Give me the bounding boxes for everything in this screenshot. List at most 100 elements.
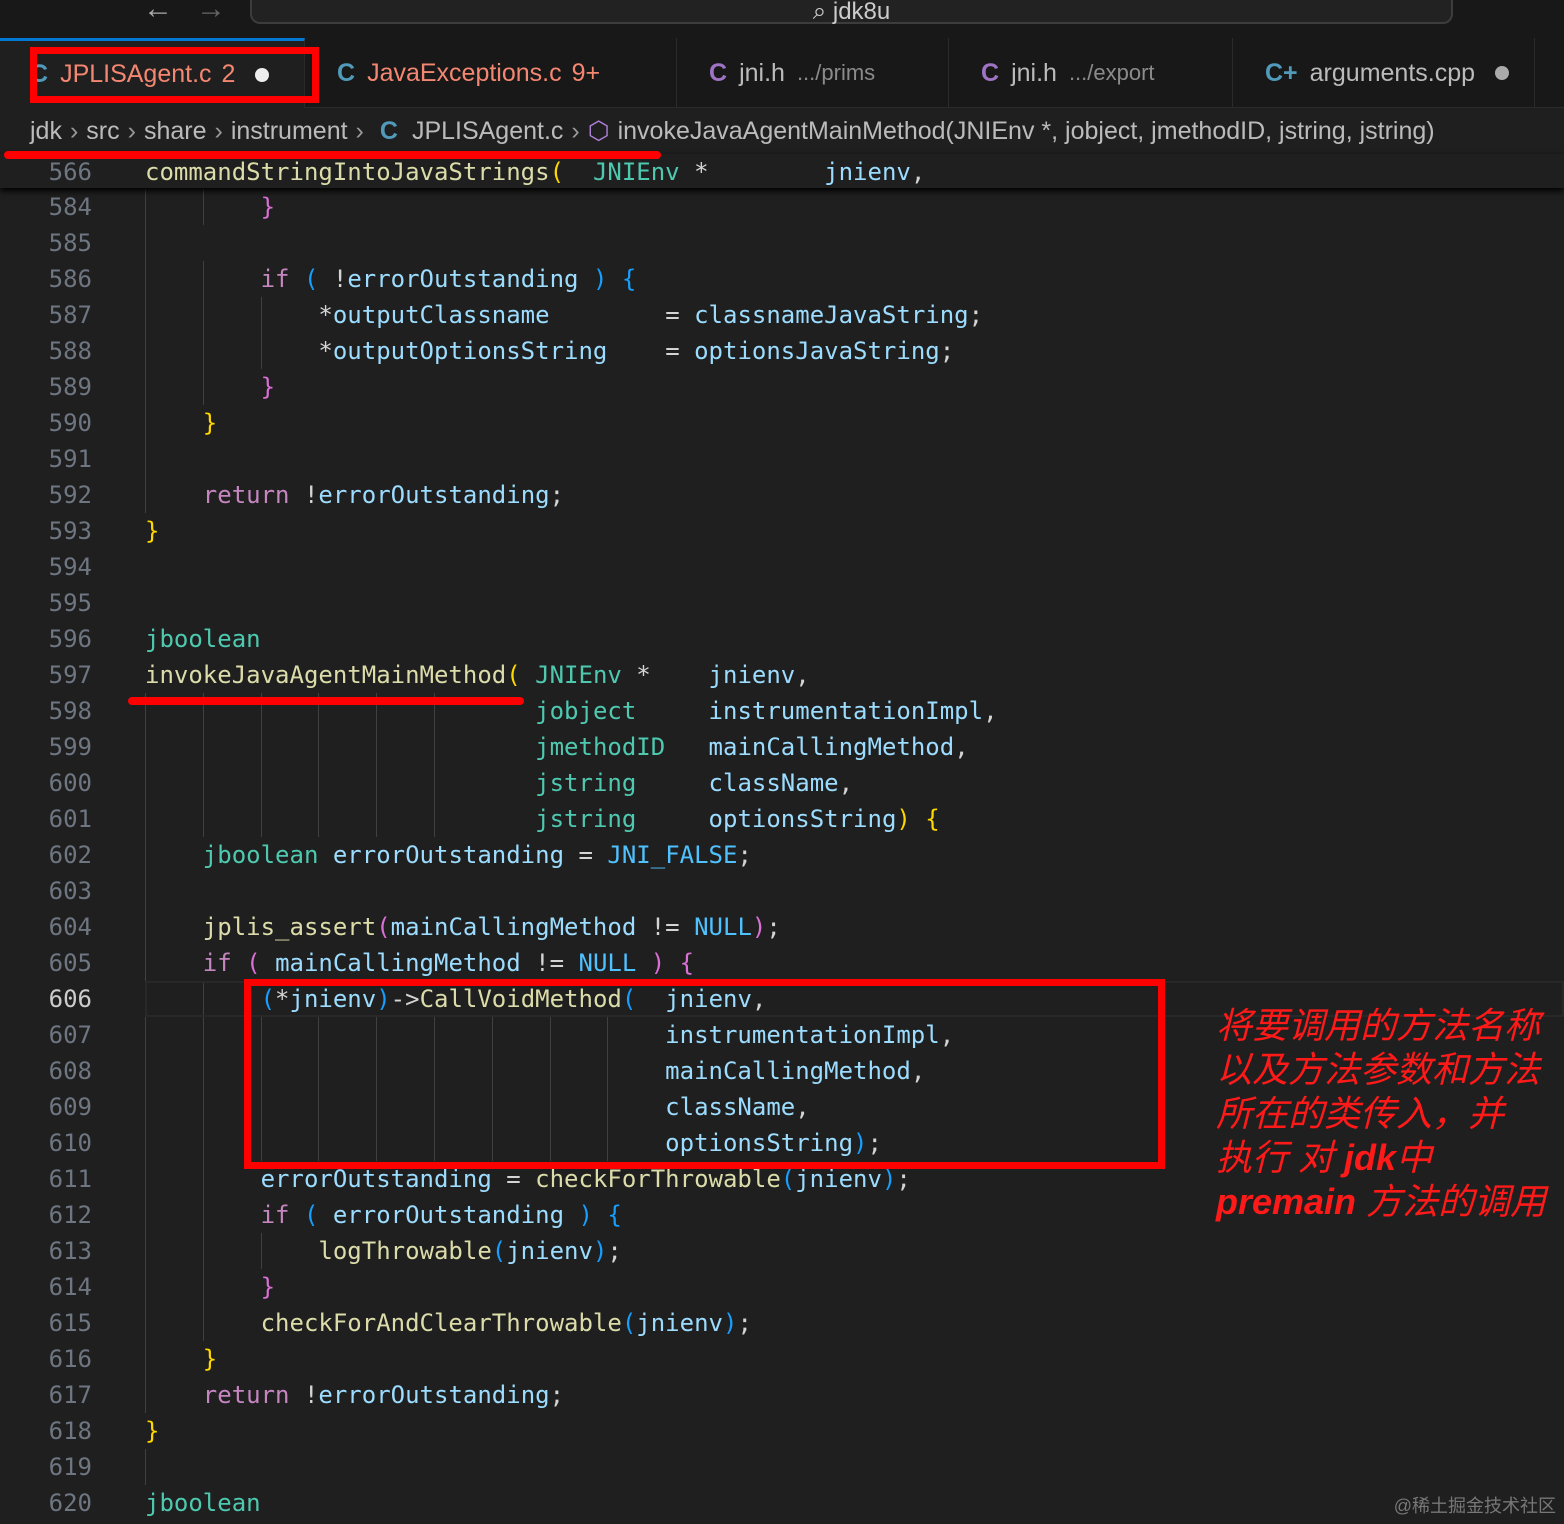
tab-javaexceptions-c[interactable]: C JavaExceptions.c 9+ [305, 38, 677, 108]
bracket-token: } [260, 193, 276, 221]
sticky-scroll-header[interactable]: 566 commandStringIntoJavaStrings( JNIEnv … [0, 154, 1564, 188]
chevron-right-icon: › [355, 116, 364, 145]
code-line[interactable]: 615 checkForAndClearThrowable(jnienv); [0, 1305, 1564, 1341]
code-line[interactable]: 600 jstring className, [0, 765, 1564, 801]
command-center-search[interactable]: ⌕ jdk8u [250, 0, 1453, 25]
code-line[interactable]: 613 logThrowable(jnienv); [0, 1233, 1564, 1269]
note-bold: premain [1216, 1181, 1357, 1222]
sticky-code: commandStringIntoJavaStrings( JNIEnv * j… [145, 154, 925, 188]
indent-guide [260, 765, 262, 801]
note-text: 中 [1396, 1137, 1433, 1178]
tab-jni-h[interactable]: Cjni.h .../prims [677, 38, 949, 108]
line-number: 618 [48, 1417, 92, 1445]
note-line: 执行 对 jdk中 [1216, 1136, 1561, 1180]
code-line[interactable]: 592 return !errorOutstanding; [0, 477, 1564, 513]
indent-guide [145, 909, 146, 945]
annotation-underline-breadcrumb [4, 151, 661, 159]
annotation-box-call [244, 979, 1165, 1169]
variable-token: outputClassname [332, 301, 550, 329]
bracket-token: ) [592, 1237, 608, 1265]
search-text: jdk8u [832, 0, 891, 25]
code-line[interactable]: 603 [0, 873, 1564, 909]
breadcrumb-file[interactable]: JPLISAgent.c [412, 117, 563, 146]
line-text: } [145, 513, 159, 549]
variable-token: errorOutstanding [260, 1165, 492, 1193]
line-text: jboolean errorOutstanding = JNI_FALSE; [145, 837, 752, 873]
code-line[interactable]: 586 if ( !errorOutstanding ) { [0, 261, 1564, 297]
code-line[interactable]: 587 *outputClassname = classnameJavaStri… [0, 297, 1564, 333]
function-token: commandStringIntoJavaStrings [145, 158, 550, 186]
breadcrumb-symbol[interactable]: invokeJavaAgentMainMethod(JNIEnv *, jobj… [618, 117, 1435, 146]
line-number: 595 [48, 589, 92, 617]
code-line[interactable]: 597 invokeJavaAgentMainMethod( JNIEnv * j… [0, 657, 1564, 693]
code-line[interactable]: 616 } [0, 1341, 1564, 1377]
variable-token: classnameJavaString [694, 301, 969, 329]
code-line[interactable]: 620 jboolean [0, 1485, 1564, 1521]
indent-guide [376, 729, 378, 765]
code-line[interactable]: 584 } [0, 189, 1564, 225]
code-line[interactable]: 594 [0, 549, 1564, 585]
code-line[interactable]: 585 [0, 225, 1564, 261]
tab-arguments-cpp[interactable]: C+ arguments.cpp [1233, 38, 1535, 108]
line-number: 607 [48, 1021, 92, 1049]
code-line[interactable]: 599 jmethodID mainCallingMethod, [0, 729, 1564, 765]
line-number: 612 [48, 1201, 92, 1229]
breadcrumb-item[interactable]: src [86, 117, 119, 146]
watermark: @稀土掘金技术社区 [1393, 1496, 1556, 1516]
code-line[interactable]: 617 return !errorOutstanding; [0, 1377, 1564, 1413]
indent-guide [202, 369, 204, 405]
code-line[interactable]: 614 } [0, 1269, 1564, 1305]
code-line[interactable]: 595 [0, 585, 1564, 621]
indent-guide [145, 729, 146, 765]
line-number: 614 [48, 1273, 92, 1301]
code-line[interactable]: 593} [0, 513, 1564, 549]
code-line[interactable]: 605 if ( mainCallingMethod != NULL ) { [0, 945, 1564, 981]
bracket-token: { [679, 949, 695, 977]
code-line[interactable]: 601 jstring optionsString) { [0, 801, 1564, 837]
code-editor[interactable]: 584 } 585 586 if ( !errorOutstanding ) {58… [0, 189, 1564, 1521]
code-line[interactable]: 589 } [0, 369, 1564, 405]
keyword-token: if [260, 1201, 290, 1229]
indent-guide [202, 765, 204, 801]
indent-guide [202, 1125, 204, 1161]
indent-guide [260, 297, 262, 333]
code-line[interactable]: 596 jboolean [0, 621, 1564, 657]
line-text: return !errorOutstanding; [145, 1377, 564, 1413]
variable-token: mainCallingMethod [275, 949, 521, 977]
breadcrumb-item[interactable]: jdk [30, 117, 62, 146]
code-line[interactable]: 590 } [0, 405, 1564, 441]
bracket-token: } [260, 373, 276, 401]
line-number: 587 [48, 301, 92, 329]
code-line[interactable]: 588 *outputOptionsString = optionsJavaSt… [0, 333, 1564, 369]
bracket-token: ) [578, 1201, 593, 1229]
code-line[interactable]: 618} [0, 1413, 1564, 1449]
code-line[interactable]: 591 [0, 441, 1564, 477]
breadcrumb-item[interactable]: instrument [231, 117, 348, 146]
tab-jni-h[interactable]: Cjni.h .../export [949, 38, 1233, 108]
code-line[interactable]: 604 jplis_assert(mainCallingMethod != NU… [0, 909, 1564, 945]
forward-arrow-icon[interactable]: → [196, 0, 226, 26]
c-file-icon: C+ [1265, 58, 1298, 87]
unsaved-dot-icon[interactable] [1495, 66, 1510, 80]
breadcrumb-item[interactable]: share [144, 117, 207, 146]
back-arrow-icon[interactable]: ← [143, 0, 173, 26]
tab-label: arguments.cpp [1309, 58, 1476, 87]
variable-token: outputOptionsString [332, 337, 608, 365]
code-line[interactable]: 619 [0, 1449, 1564, 1485]
code-line[interactable]: 602 jboolean errorOutstanding = JNI_FALS… [0, 837, 1564, 873]
line-number: 596 [48, 625, 92, 653]
note-bold: jdk [1344, 1137, 1397, 1178]
function-token: invokeJavaAgentMainMethod [145, 661, 507, 689]
line-number: 597 [48, 661, 92, 689]
type-token: jstring [535, 805, 637, 833]
indent-guide [145, 801, 146, 837]
